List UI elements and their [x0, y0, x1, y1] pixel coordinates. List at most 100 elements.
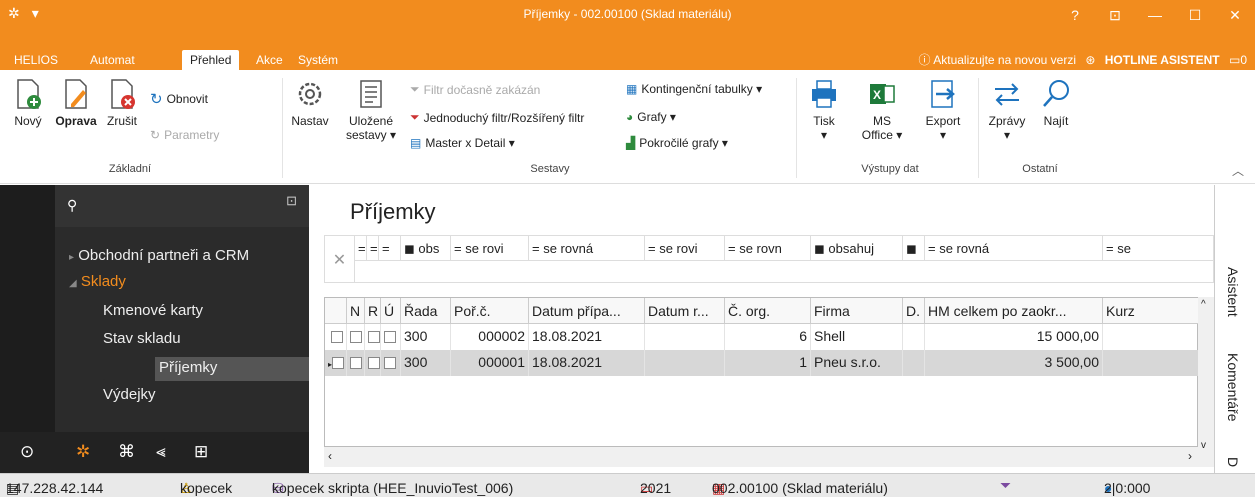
scroll-down-icon[interactable]: v: [1201, 440, 1206, 451]
zpravy-button[interactable]: Zprávy ▾: [984, 78, 1030, 142]
circle-arrow-icon[interactable]: ⊙: [20, 442, 34, 462]
column-header[interactable]: Č. org.: [725, 298, 811, 324]
hotline-button[interactable]: HOTLINE ASISTENT: [1105, 53, 1220, 67]
column-header[interactable]: Ú: [381, 298, 401, 324]
cell-u[interactable]: [381, 324, 401, 350]
column-header[interactable]: Poř.č.: [451, 298, 529, 324]
close-button[interactable]: ✕: [1215, 0, 1255, 30]
tab-asistent[interactable]: Asistent: [1225, 267, 1241, 317]
filter-cell[interactable]: = se rovi: [645, 236, 725, 260]
filter-cell[interactable]: ◼ obsahuj: [811, 236, 903, 260]
column-header[interactable]: Datum přípa...: [529, 298, 645, 324]
column-header[interactable]: Datum r...: [645, 298, 725, 324]
nav-item-sklady[interactable]: ◢ Sklady: [69, 273, 126, 290]
tisk-button[interactable]: Tisk ▾: [804, 78, 844, 142]
export-button[interactable]: Export ▾: [920, 78, 966, 142]
cell-n[interactable]: [347, 324, 365, 350]
helios-modules-icon[interactable]: ✲: [76, 442, 90, 462]
column-header[interactable]: Řada: [401, 298, 451, 324]
settings-icon: [298, 82, 322, 106]
filter-cell[interactable]: =: [355, 236, 367, 260]
clear-filters-icon[interactable]: ✕: [325, 236, 355, 283]
grid-icon[interactable]: ⊞: [194, 442, 208, 462]
najit-button[interactable]: Najít: [1034, 78, 1078, 128]
ribbon-display-icon[interactable]: ⊡: [1095, 0, 1135, 30]
filter-cell[interactable]: = se rovná: [529, 236, 645, 260]
nav-item-vydejky[interactable]: Výdejky: [103, 386, 156, 403]
tab-d[interactable]: D: [1225, 457, 1241, 467]
nastav-button[interactable]: Nastav: [288, 78, 332, 128]
svg-text:X: X: [873, 88, 881, 102]
filter-status-icon[interactable]: ⏷: [1000, 477, 1011, 494]
column-header[interactable]: R: [365, 298, 381, 324]
column-header[interactable]: N: [347, 298, 365, 324]
tab-automat[interactable]: Automat: [82, 50, 143, 70]
column-header[interactable]: Firma: [811, 298, 903, 324]
filter-cell[interactable]: = se rovn: [725, 236, 811, 260]
master-detail-button[interactable]: ▤ Master x Detail ▾: [410, 136, 515, 150]
collapse-ribbon-icon[interactable]: ︿: [1232, 162, 1244, 179]
scroll-up-icon[interactable]: ^: [1201, 299, 1206, 310]
nav-item-obchodni-partneri[interactable]: ▸ Obchodní partneři a CRM: [69, 247, 249, 264]
tab-helios[interactable]: HELIOS: [6, 50, 66, 70]
zrusit-button[interactable]: Zrušit: [102, 78, 142, 128]
nav-search-box[interactable]: ⚲ ⊡: [55, 185, 309, 227]
collapse-panel-icon[interactable]: ⊡: [286, 193, 297, 209]
scroll-right-icon[interactable]: ›: [1188, 449, 1192, 463]
tab-komentare[interactable]: Komentáře: [1225, 353, 1241, 421]
update-link[interactable]: Aktualizujte na novou verzi: [933, 53, 1076, 67]
minimize-button[interactable]: —: [1135, 0, 1175, 30]
checkbox-filter-icon: ◼: [404, 241, 415, 256]
filter-cell[interactable]: =: [379, 236, 401, 260]
ulozene-sestavy-button[interactable]: Uložené sestavy ▾: [344, 78, 398, 142]
vertical-scrollbar[interactable]: ^ v: [1198, 297, 1214, 467]
filter-cell[interactable]: = se rovi: [451, 236, 529, 260]
horizontal-scrollbar[interactable]: ‹ ›: [324, 447, 1198, 467]
filter-icon: ⏷: [410, 110, 420, 124]
pokrocile-grafy-button[interactable]: ▟ Pokročilé grafy ▾: [626, 136, 728, 150]
row-select-checkbox[interactable]: [325, 324, 347, 350]
ms-office-button[interactable]: X MS Office ▾: [856, 78, 908, 142]
jednoduchy-filtr-button[interactable]: ⏷ Jednoduchý filtr/Rozšířený filtr: [410, 110, 584, 125]
menu-right-area: ⓘ Aktualizujte na novou verzi ⊛ HOTLINE …: [919, 51, 1247, 68]
filter-cell[interactable]: ◼ obs: [401, 236, 451, 260]
help-icon[interactable]: ?: [1055, 0, 1095, 30]
scroll-left-icon[interactable]: ‹: [328, 449, 332, 463]
oprava-button[interactable]: Oprava: [52, 78, 100, 128]
cell-n[interactable]: [347, 350, 365, 376]
filter-cell[interactable]: = se rovná: [925, 236, 1103, 260]
filter-value-row[interactable]: [355, 260, 1215, 283]
novy-button[interactable]: Nový: [8, 78, 48, 128]
table-row[interactable]: 300 000002 18.08.2021 6 Shell 15 000,00: [325, 324, 1199, 350]
ms-label: MS: [873, 114, 891, 128]
table-row[interactable]: ▸ 300 000001 18.08.2021 1 Pneu s.r.o. 3 …: [325, 350, 1199, 376]
filter-cell[interactable]: ◼: [903, 236, 925, 260]
cell-u[interactable]: [381, 350, 401, 376]
tab-prehled[interactable]: Přehled: [182, 50, 240, 70]
tree-icon[interactable]: ⌘: [118, 442, 135, 462]
hotline-icon: ⊛: [1085, 53, 1096, 67]
filter-cell[interactable]: =: [367, 236, 379, 260]
cell-r[interactable]: [365, 350, 381, 376]
tab-system[interactable]: Systém: [290, 50, 346, 70]
left-dark-strip: [0, 185, 55, 473]
filter-cell[interactable]: = se: [1103, 236, 1183, 260]
column-header[interactable]: HM celkem po zaokr...: [925, 298, 1103, 324]
cell-r[interactable]: [365, 324, 381, 350]
share-icon[interactable]: ⪡: [156, 442, 166, 462]
tab-akce[interactable]: Akce: [248, 50, 291, 70]
parametry-button[interactable]: ↻ Parametry: [150, 128, 219, 142]
cell-rada: 300: [401, 324, 451, 350]
nav-item-stav-skladu[interactable]: Stav skladu: [103, 330, 181, 347]
maximize-button[interactable]: ☐: [1175, 0, 1215, 30]
row-select-checkbox[interactable]: ▸: [325, 350, 347, 376]
nav-item-prijemky[interactable]: Příjemky: [155, 357, 309, 381]
grafy-button[interactable]: ◕ Grafy ▾: [626, 110, 676, 124]
nav-item-kmenove-karty[interactable]: Kmenové karty: [103, 302, 203, 319]
obnovit-button[interactable]: ↻ Obnovit: [150, 90, 208, 108]
messages-icon[interactable]: ▭: [1229, 53, 1240, 67]
kontingencni-tabulky-button[interactable]: ▦ Kontingenční tabulky ▾: [626, 82, 762, 96]
column-header[interactable]: Kurz: [1103, 298, 1199, 324]
column-header[interactable]: D.: [903, 298, 925, 324]
filtr-docasne-button[interactable]: ⏷ Filtr dočasně zakázán: [410, 82, 540, 97]
